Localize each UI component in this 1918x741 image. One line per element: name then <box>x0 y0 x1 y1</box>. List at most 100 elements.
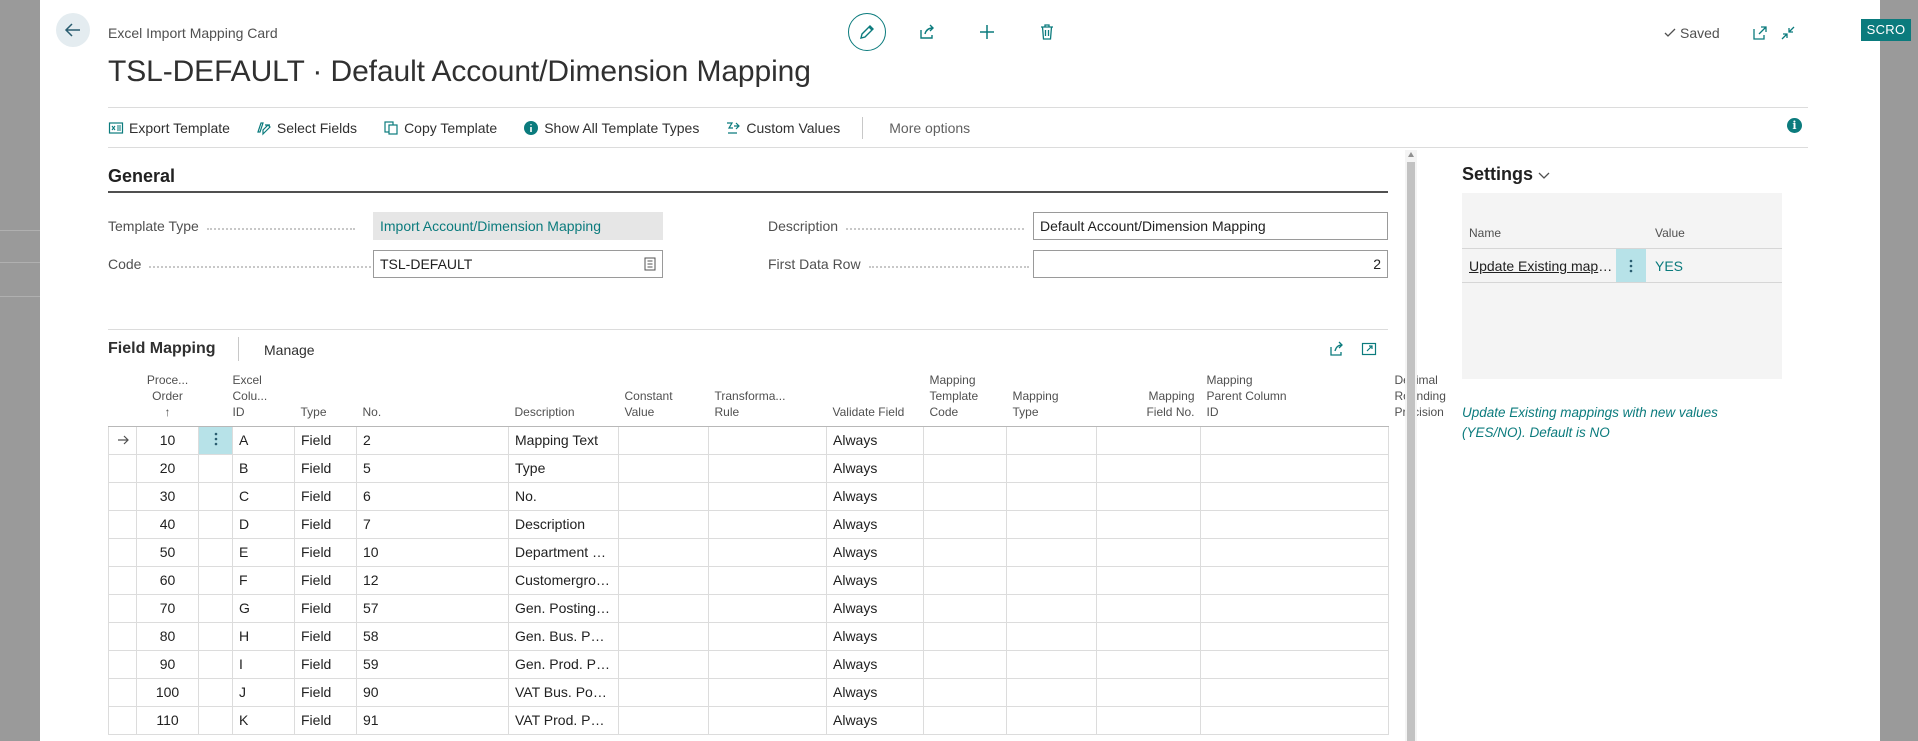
field-mapping-share-button[interactable] <box>1328 340 1346 358</box>
cell-transformation-rule[interactable] <box>708 678 827 707</box>
cell-mapping-type[interactable] <box>1006 650 1097 679</box>
cell-transformation-rule[interactable] <box>708 538 827 567</box>
cell-transformation-rule[interactable] <box>708 622 827 651</box>
cell-excel-column-id[interactable]: G <box>232 594 295 623</box>
row-indicator[interactable] <box>108 706 137 735</box>
cell-excel-column-id[interactable]: H <box>232 622 295 651</box>
cell-excel-column-id[interactable]: A <box>232 426 295 455</box>
cell-processing-order[interactable]: 50 <box>136 538 199 567</box>
cell-constant-value[interactable] <box>618 510 709 539</box>
cell-processing-order[interactable]: 110 <box>136 706 199 735</box>
row-indicator[interactable] <box>108 426 137 455</box>
cell-mapping-type[interactable] <box>1006 538 1097 567</box>
cell-transformation-rule[interactable] <box>708 482 827 511</box>
row-indicator[interactable] <box>108 622 137 651</box>
cell-mapping-field-no[interactable] <box>1096 482 1201 511</box>
row-actions-button[interactable] <box>198 426 233 455</box>
cell-description[interactable]: Mapping Text <box>508 426 619 455</box>
table-row[interactable]: 90 IField59Gen. Prod. Posting Gr... Always <box>108 650 1389 679</box>
col-header-processing-order[interactable]: Proce... Order ↑ <box>136 370 199 427</box>
more-options-button[interactable]: More options <box>889 120 970 136</box>
row-indicator[interactable] <box>108 482 137 511</box>
cell-mapping-template-code[interactable] <box>923 678 1007 707</box>
cell-constant-value[interactable] <box>618 566 709 595</box>
cell-validate-field[interactable]: Always <box>826 706 924 735</box>
row-actions-button[interactable] <box>198 538 233 567</box>
cell-validate-field[interactable]: Always <box>826 678 924 707</box>
cell-transformation-rule[interactable] <box>708 510 827 539</box>
table-row[interactable]: 10 A Field 2 Mapping Text Always <box>108 426 1389 455</box>
copy-template-button[interactable]: Copy Template <box>383 120 497 136</box>
open-new-window-button[interactable] <box>1750 23 1770 43</box>
cell-excel-column-id[interactable]: D <box>232 510 295 539</box>
show-all-template-types-button[interactable]: Show All Template Types <box>523 120 699 136</box>
cell-mapping-field-no[interactable] <box>1096 538 1201 567</box>
manage-button[interactable]: Manage <box>264 342 315 358</box>
cell-validate-field[interactable]: Always <box>826 426 924 455</box>
custom-values-button[interactable]: Custom Values <box>725 120 840 136</box>
cell-mapping-template-code[interactable] <box>923 482 1007 511</box>
cell-constant-value[interactable] <box>618 538 709 567</box>
template-type-field[interactable]: Import Account/Dimension Mapping <box>373 212 663 240</box>
cell-mapping-type[interactable] <box>1006 482 1097 511</box>
scroll-up-arrow[interactable] <box>1408 152 1414 157</box>
cell-type[interactable]: Field <box>294 594 357 623</box>
cell-mapping-parent-column-id[interactable] <box>1200 454 1389 483</box>
code-field[interactable]: TSL-DEFAULT <box>373 250 663 278</box>
cell-mapping-field-no[interactable] <box>1096 454 1201 483</box>
cell-no[interactable]: 10 <box>356 538 509 567</box>
cell-mapping-type[interactable] <box>1006 426 1097 455</box>
cell-description[interactable]: Department Code <box>508 538 619 567</box>
table-row[interactable]: 100 JField90VAT Bus. Posting Gro... Always <box>108 678 1389 707</box>
cell-mapping-type[interactable] <box>1006 622 1097 651</box>
vertical-scrollbar[interactable] <box>1405 150 1417 741</box>
cell-description[interactable]: VAT Bus. Posting Gro... <box>508 678 619 707</box>
cell-processing-order[interactable]: 100 <box>136 678 199 707</box>
cell-validate-field[interactable]: Always <box>826 482 924 511</box>
settings-row-actions-button[interactable] <box>1616 249 1646 282</box>
settings-row-value[interactable]: YES <box>1655 258 1683 274</box>
cell-type[interactable]: Field <box>294 678 357 707</box>
cell-mapping-template-code[interactable] <box>923 426 1007 455</box>
settings-row-name-link[interactable]: Update Existing mappings <box>1469 258 1615 274</box>
cell-transformation-rule[interactable] <box>708 454 827 483</box>
cell-type[interactable]: Field <box>294 650 357 679</box>
col-header-type[interactable]: Type <box>294 370 357 427</box>
cell-mapping-type[interactable] <box>1006 594 1097 623</box>
cell-type[interactable]: Field <box>294 510 357 539</box>
col-header-mapping-parent-column-id[interactable]: Mapping Parent Column ID <box>1200 370 1389 427</box>
cell-mapping-field-no[interactable] <box>1096 594 1201 623</box>
cell-type[interactable]: Field <box>294 482 357 511</box>
cell-mapping-type[interactable] <box>1006 706 1097 735</box>
table-row[interactable]: 60 FField12Customergroup Code Always <box>108 566 1389 595</box>
cell-validate-field[interactable]: Always <box>826 622 924 651</box>
row-indicator[interactable] <box>108 650 137 679</box>
cell-mapping-template-code[interactable] <box>923 622 1007 651</box>
cell-description[interactable]: Type <box>508 454 619 483</box>
row-indicator[interactable] <box>108 678 137 707</box>
cell-excel-column-id[interactable]: C <box>232 482 295 511</box>
row-indicator[interactable] <box>108 538 137 567</box>
cell-type[interactable]: Field <box>294 454 357 483</box>
cell-mapping-field-no[interactable] <box>1096 510 1201 539</box>
cell-constant-value[interactable] <box>618 706 709 735</box>
cell-transformation-rule[interactable] <box>708 706 827 735</box>
page-info-icon[interactable]: i <box>1787 118 1802 133</box>
cell-mapping-parent-column-id[interactable] <box>1200 650 1389 679</box>
cell-mapping-parent-column-id[interactable] <box>1200 706 1389 735</box>
cell-mapping-parent-column-id[interactable] <box>1200 678 1389 707</box>
cell-description[interactable]: Description <box>508 510 619 539</box>
cell-validate-field[interactable]: Always <box>826 538 924 567</box>
scrollbar-thumb[interactable] <box>1407 162 1415 741</box>
cell-mapping-template-code[interactable] <box>923 454 1007 483</box>
cell-mapping-parent-column-id[interactable] <box>1200 482 1389 511</box>
cell-type[interactable]: Field <box>294 622 357 651</box>
field-mapping-title[interactable]: Field Mapping <box>108 340 216 358</box>
table-row[interactable]: 80 HField58Gen. Bus. Posting Gr... Always <box>108 622 1389 651</box>
table-row[interactable]: 70 G Field 57 Gen. Posting Type Always <box>108 594 1389 623</box>
cell-validate-field[interactable]: Always <box>826 594 924 623</box>
cell-no[interactable]: 58 <box>356 622 509 651</box>
cell-validate-field[interactable]: Always <box>826 650 924 679</box>
cell-mapping-template-code[interactable] <box>923 538 1007 567</box>
cell-no[interactable]: 6 <box>356 482 509 511</box>
